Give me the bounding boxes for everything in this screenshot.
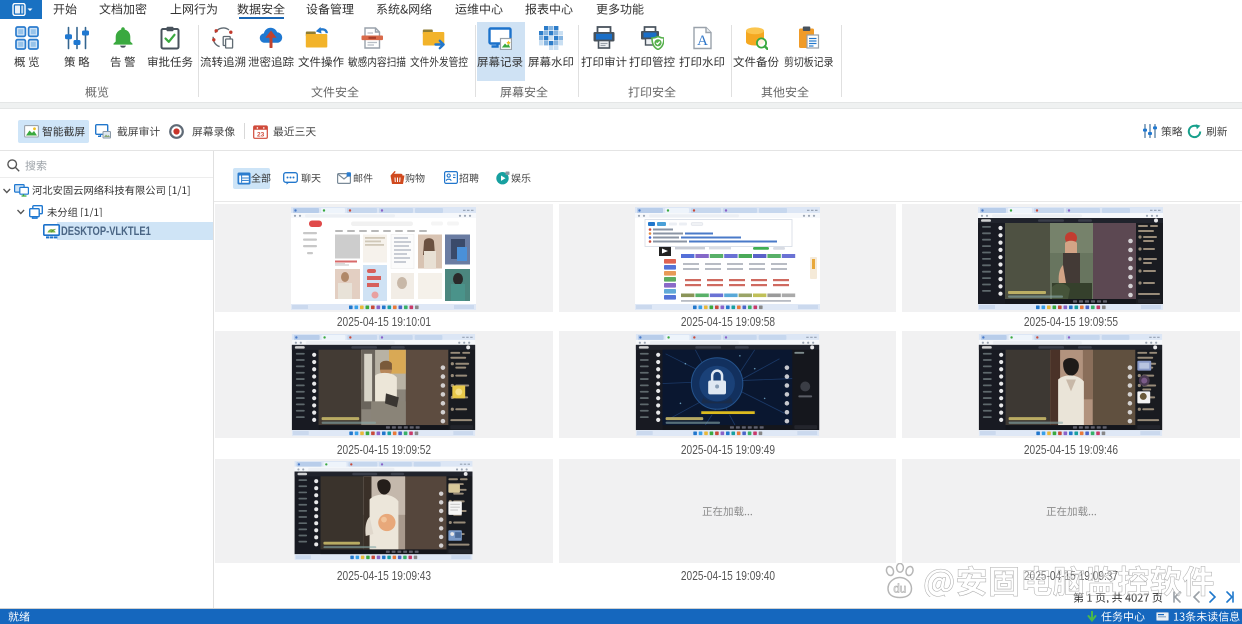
svg-text:du: du xyxy=(893,584,906,596)
svg-text:A: A xyxy=(697,33,708,49)
svg-text:23: 23 xyxy=(257,131,265,138)
